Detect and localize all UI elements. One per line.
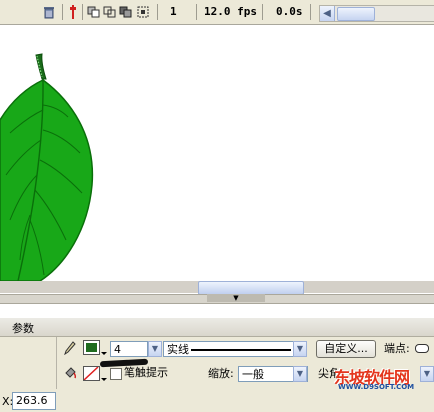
no-color-icon bbox=[84, 367, 99, 380]
custom-stroke-button[interactable]: 自定义... bbox=[316, 340, 376, 358]
edit-multiple-frames-icon[interactable] bbox=[118, 5, 132, 19]
modify-onion-markers-icon[interactable] bbox=[136, 5, 150, 19]
toolbar-divider bbox=[157, 4, 158, 20]
trash-icon[interactable] bbox=[42, 5, 56, 19]
leaf-drawing[interactable] bbox=[0, 25, 110, 281]
onion-skin-icon[interactable] bbox=[86, 5, 100, 19]
panel-divider bbox=[56, 337, 57, 389]
stroke-width-input[interactable]: 4 bbox=[110, 341, 148, 357]
paint-bucket-icon bbox=[64, 366, 77, 383]
fill-color-dropdown-icon[interactable] bbox=[101, 378, 107, 381]
x-coordinate-input[interactable]: 263.6 bbox=[12, 392, 56, 410]
stroke-style-select[interactable]: 实线 bbox=[163, 341, 307, 357]
timeline-toolbar: 1 12.0 fps 0.0s ◀ bbox=[0, 0, 434, 25]
current-frame: 1 bbox=[170, 5, 177, 18]
stroke-color-dropdown-icon[interactable] bbox=[101, 352, 107, 355]
stroke-style-label: 实线 bbox=[167, 343, 189, 356]
toolbar-divider bbox=[196, 4, 197, 20]
site-watermark-url: WWW.D9SOFT.COM bbox=[338, 383, 415, 391]
properties-panel-header[interactable]: 参数 bbox=[0, 318, 434, 337]
toolbar-divider bbox=[262, 4, 263, 20]
pencil-icon bbox=[64, 341, 76, 358]
onion-skin-outlines-icon[interactable] bbox=[102, 5, 116, 19]
timeline-scrollbar[interactable]: ◀ bbox=[319, 5, 434, 22]
stage-scroll-thumb[interactable] bbox=[198, 281, 304, 295]
fill-color-swatch[interactable] bbox=[83, 366, 100, 381]
scale-label: 缩放: bbox=[208, 367, 234, 380]
cap-style-icon[interactable] bbox=[415, 344, 429, 353]
stroke-color-swatch[interactable] bbox=[83, 340, 100, 355]
scale-dropdown-icon[interactable]: ▼ bbox=[293, 366, 307, 382]
stroke-style-dropdown-icon[interactable]: ▼ bbox=[293, 341, 307, 357]
scroll-left-icon[interactable]: ◀ bbox=[320, 6, 335, 21]
stroke-style-preview bbox=[191, 349, 291, 351]
panel-tab-parameters[interactable]: 参数 bbox=[12, 320, 34, 336]
toolbar-divider bbox=[82, 4, 83, 20]
cap-label: 端点: bbox=[384, 342, 410, 355]
collapse-arrow-icon[interactable]: ▼ bbox=[207, 294, 265, 302]
stroke-hinting-label: 笔触提示 bbox=[124, 366, 168, 379]
scroll-thumb[interactable] bbox=[337, 7, 375, 21]
toolbar-divider bbox=[62, 4, 63, 20]
join-dropdown-icon[interactable]: ▼ bbox=[420, 366, 434, 382]
stroke-width-dropdown-icon[interactable]: ▼ bbox=[148, 341, 162, 357]
elapsed-time: 0.0s bbox=[276, 5, 303, 18]
stroke-hinting-checkbox[interactable] bbox=[110, 368, 122, 380]
frame-rate[interactable]: 12.0 fps bbox=[204, 5, 257, 19]
stage-canvas[interactable] bbox=[0, 25, 434, 281]
toolbar-divider bbox=[310, 4, 311, 20]
center-frame-icon[interactable] bbox=[66, 5, 80, 19]
